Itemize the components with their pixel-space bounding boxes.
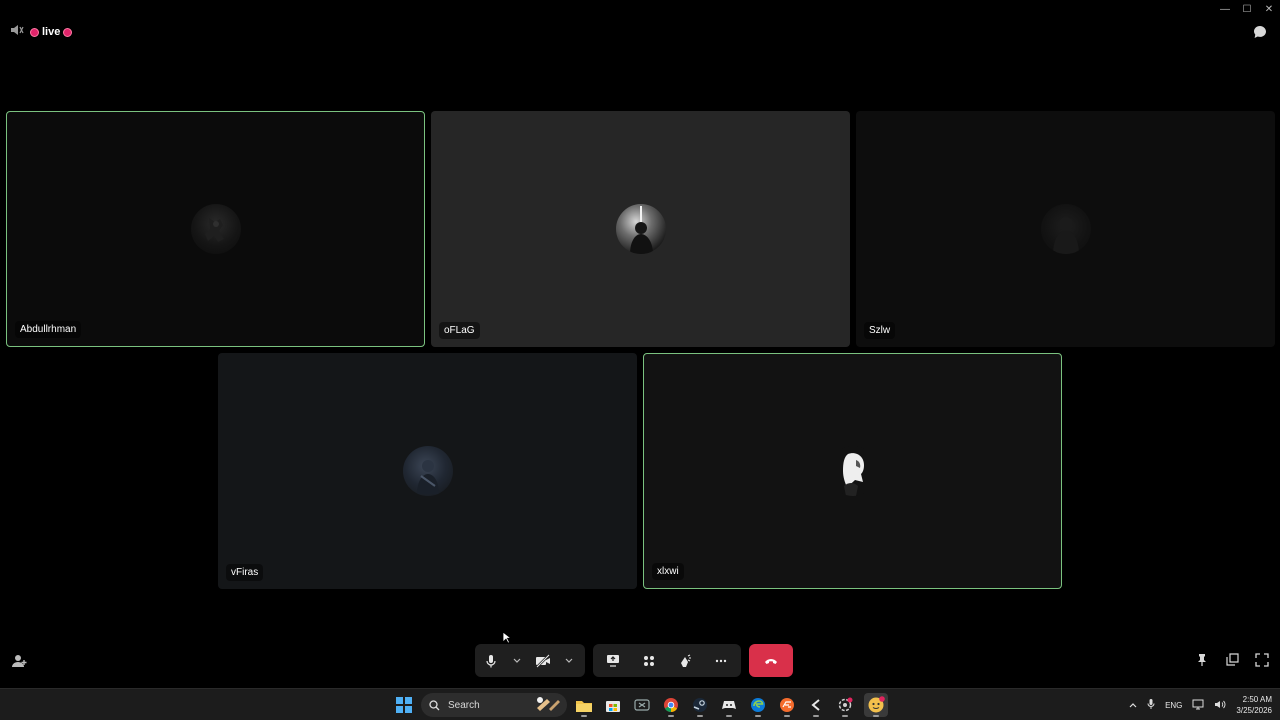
discord-icon[interactable] (864, 693, 888, 717)
participant-tile[interactable]: Szlw (856, 111, 1275, 347)
mouse-cursor-icon (502, 631, 511, 644)
ea-icon[interactable] (777, 693, 797, 717)
add-user-icon (12, 655, 27, 667)
screen-share-icon (607, 655, 619, 667)
participant-name: oFLaG (439, 322, 480, 339)
call-window: — ☐ ✕ live Abdullrhman oFLaG Szlw vFiras… (0, 0, 1280, 688)
xbox-icon[interactable] (632, 693, 652, 717)
speaker-icon[interactable] (10, 23, 24, 41)
hang-up-icon (765, 658, 777, 664)
search-icon (429, 699, 440, 710)
avatar (827, 446, 878, 496)
pin-button[interactable] (1194, 652, 1210, 668)
settings-icon[interactable] (835, 693, 855, 717)
show-hidden-icons-button[interactable] (1129, 701, 1137, 710)
clock-time: 2:50 AM (1242, 695, 1272, 704)
actions-group (593, 644, 741, 677)
microsoft-store-icon[interactable] (603, 693, 623, 717)
call-header: live (10, 22, 73, 42)
leave-call-button[interactable] (749, 644, 793, 677)
taskbar: Search ENG 2:50 AM 3/25/2026 (0, 688, 1280, 720)
camera-button[interactable] (533, 649, 553, 673)
soundboard-icon (681, 654, 691, 667)
file-explorer-icon[interactable] (574, 693, 594, 717)
participant-name: Abdullrhman (15, 321, 82, 338)
close-button[interactable]: ✕ (1258, 0, 1280, 18)
chevron-down-icon (565, 658, 573, 663)
minimize-button[interactable]: — (1214, 0, 1236, 18)
live-badge: live (30, 26, 73, 38)
activities-icon (644, 655, 654, 666)
language-indicator[interactable]: ENG (1165, 701, 1182, 710)
chat-button[interactable] (1250, 22, 1270, 42)
clock-date: 3/25/2026 (1236, 706, 1272, 715)
microphone-tray-icon[interactable] (1147, 698, 1155, 712)
live-dot-icon (30, 27, 39, 37)
chevron-down-icon (513, 658, 521, 663)
microphone-options-button[interactable] (507, 649, 527, 673)
live-dot-icon (63, 27, 73, 37)
taskbar-search[interactable]: Search (421, 693, 567, 717)
fullscreen-button[interactable] (1254, 652, 1270, 668)
avatar (1040, 204, 1091, 254)
activities-button[interactable] (639, 649, 659, 673)
audio-video-group (475, 644, 585, 677)
pin-icon (1198, 654, 1206, 666)
search-highlight-icon (535, 696, 561, 715)
pop-out-icon (1226, 653, 1239, 666)
participant-name: vFiras (226, 564, 264, 581)
volume-icon[interactable] (1214, 699, 1226, 712)
network-icon[interactable] (1192, 699, 1204, 712)
edge-icon[interactable] (748, 693, 768, 717)
pop-out-button[interactable] (1224, 652, 1240, 668)
add-user-button[interactable] (11, 653, 27, 669)
more-icon (715, 659, 727, 662)
avatar (402, 446, 453, 496)
participant-tile[interactable]: Abdullrhman (6, 111, 425, 347)
live-label: live (42, 26, 61, 38)
maximize-button[interactable]: ☐ (1236, 0, 1258, 18)
clock[interactable]: 2:50 AM 3/25/2026 (1236, 694, 1272, 716)
chevron-up-icon (1129, 702, 1137, 707)
search-placeholder: Search (448, 699, 480, 711)
steam-icon[interactable] (690, 693, 710, 717)
taskbar-apps (574, 693, 888, 717)
more-button[interactable] (711, 649, 731, 673)
avatar (615, 204, 666, 254)
app-icon[interactable] (806, 693, 826, 717)
microphone-button[interactable] (481, 649, 501, 673)
participant-name: Szlw (864, 322, 896, 339)
participant-name: xlxwi (652, 563, 684, 580)
camera-options-button[interactable] (559, 649, 579, 673)
start-button[interactable] (396, 697, 412, 713)
game-icon[interactable] (719, 693, 739, 717)
call-controls (475, 644, 793, 677)
screen-share-button[interactable] (603, 649, 623, 673)
microphone-icon (486, 654, 496, 667)
participant-tile[interactable]: xlxwi (643, 353, 1062, 589)
window-controls: — ☐ ✕ (1214, 0, 1280, 18)
participant-tile[interactable]: oFLaG (431, 111, 850, 347)
system-tray: ENG 2:50 AM 3/25/2026 (1129, 691, 1272, 719)
participant-tile[interactable]: vFiras (218, 353, 637, 589)
avatar (190, 204, 241, 254)
chrome-icon[interactable] (661, 693, 681, 717)
fullscreen-icon (1255, 653, 1269, 667)
camera-off-icon (536, 653, 550, 668)
view-controls (1194, 652, 1270, 668)
soundboard-button[interactable] (675, 649, 695, 673)
chat-bubble-icon (1254, 26, 1266, 38)
